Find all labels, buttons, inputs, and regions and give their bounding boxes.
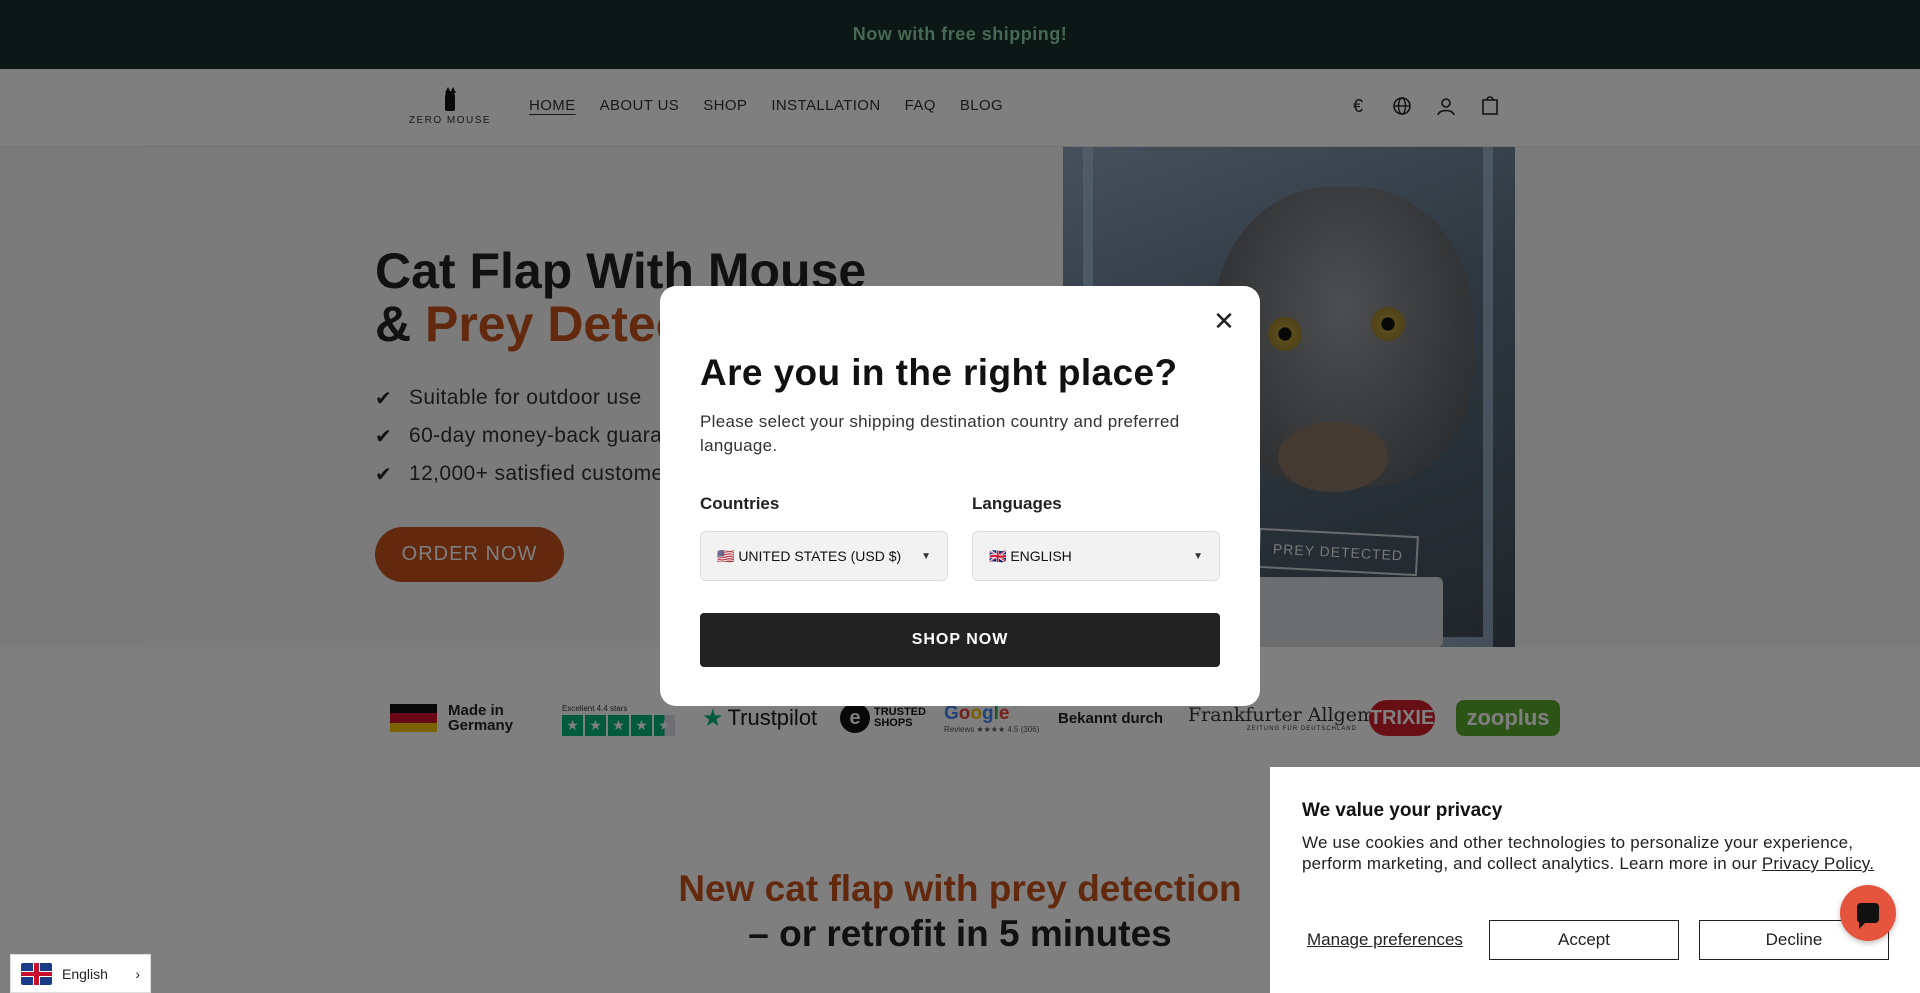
manage-preferences-button[interactable]: Manage preferences [1302,920,1468,960]
privacy-policy-link[interactable]: Privacy Policy. [1762,854,1874,873]
chat-button[interactable] [1840,885,1896,941]
accept-button[interactable]: Accept [1489,920,1679,960]
uk-flag-icon [21,962,52,985]
language-select[interactable]: 🇬🇧 ENGLISH ▼ [972,531,1220,581]
chevron-down-icon: ▼ [921,550,931,562]
countries-label: Countries [700,494,780,513]
language-select-value: 🇬🇧 ENGLISH [989,547,1072,564]
languages-label: Languages [972,494,1062,513]
chevron-down-icon: ▼ [1193,550,1203,562]
country-select[interactable]: 🇺🇸 UNITED STATES (USD $) ▼ [700,531,948,581]
close-icon[interactable]: ✕ [1212,309,1236,335]
cookie-title: We value your privacy [1302,800,1503,821]
cookie-text: We use cookies and other technologies to… [1302,832,1892,874]
chevron-right-icon: › [135,965,140,982]
cookie-banner: We value your privacy We use cookies and… [1270,767,1920,993]
modal-title: Are you in the right place? [700,352,1178,393]
modal-description: Please select your shipping destination … [700,412,1180,455]
chat-icon [1857,903,1879,929]
language-switcher[interactable]: English › [10,954,151,993]
language-switcher-label: English [62,965,108,982]
location-modal: ✕ Are you in the right place? Please sel… [660,286,1260,706]
country-select-value: 🇺🇸 UNITED STATES (USD $) [717,547,902,564]
shop-now-button[interactable]: SHOP NOW [700,613,1220,667]
